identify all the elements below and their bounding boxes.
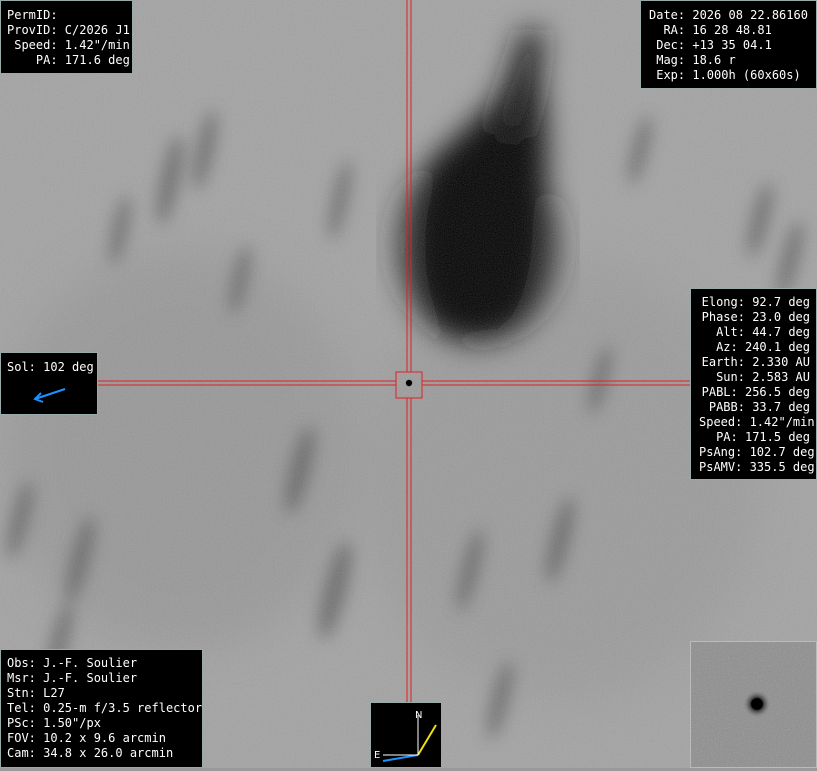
pa-text: PA: 171.6 deg [7,53,130,67]
az-text: Az: 240.1 deg [716,340,810,354]
camera-text: Cam: 34.8 x 26.0 arcmin [7,746,174,760]
sun-dist-text: Sun: 2.583 AU [716,370,810,384]
compass-rose: N E [370,702,442,768]
observation-info-panel: Date: 2026 08 22.86160 RA: 16 28 48.81 D… [640,0,817,89]
sun-direction-arrow-icon [33,388,66,403]
mag-text: Mag: 18.6 r [649,53,736,67]
target-thumbnail [690,641,817,768]
pabl-text: PABL: 256.5 deg [701,385,810,399]
speed-text: Speed: 1.42"/min [7,38,130,52]
pa-text: PA: 171.5 deg [716,430,810,444]
telescope-text: Tel: 0.25-m f/3.5 reflector [7,701,203,715]
compass-icon: N E [374,710,437,762]
east-label: E [374,750,380,761]
psang-text: PsAng: 102.7 deg [699,445,815,459]
station-text: Stn: L27 [7,686,65,700]
earth-dist-text: Earth: 2.330 AU [701,355,810,369]
exp-text: Exp: 1.000h (60x60s) [649,68,801,82]
geometry-info-panel: Elong: 92.7 deg Phase: 23.0 deg Alt: 44.… [690,288,817,480]
dec-text: Dec: +13 35 04.1 [649,38,772,52]
pabb-text: PABB: 33.7 deg [708,400,810,414]
north-label: N [415,710,422,721]
target-nucleus [405,379,413,387]
object-info-panel: PermID: ProvID: C/2026 J1 Speed: 1.42"/m… [0,0,133,74]
speed-text: Speed: 1.42"/min [699,415,815,429]
observer-info-panel: Obs: J.-F. Soulier Msr: J.-F. Soulier St… [0,649,203,768]
sun-direction-panel: Sol: 102 deg [0,352,98,415]
permid-text: PermID: [7,8,58,22]
elong-text: Elong: 92.7 deg [701,295,810,309]
phase-text: Phase: 23.0 deg [701,310,810,324]
date-text: Date: 2026 08 22.86160 [649,8,808,22]
measurer-text: Msr: J.-F. Soulier [7,671,138,685]
ra-text: RA: 16 28 48.81 [649,23,772,37]
provid-text: ProvID: C/2026 J1 [7,23,130,37]
psamv-text: PsAMV: 335.5 deg [699,460,815,474]
pixel-scale-text: PSc: 1.50"/px [7,716,101,730]
alt-text: Alt: 44.7 deg [716,325,810,339]
fov-text: FOV: 10.2 x 9.6 arcmin [7,731,166,745]
sol-text: Sol: 102 deg [7,360,94,374]
observer-text: Obs: J.-F. Soulier [7,656,138,670]
